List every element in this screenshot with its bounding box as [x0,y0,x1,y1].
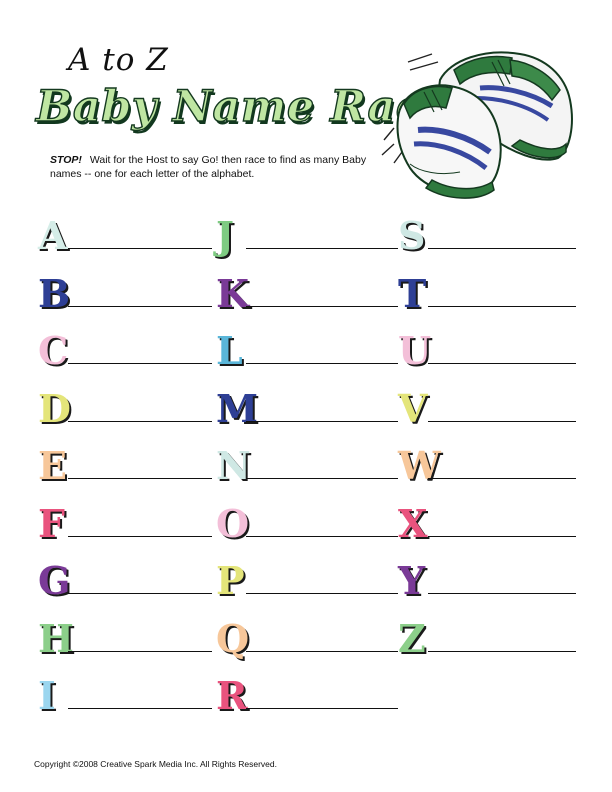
answer-line[interactable] [68,593,212,594]
letter-entry-q: Q [216,615,398,665]
letter-x: X [398,500,428,546]
letter-entry-d: D [38,385,212,435]
instructions: STOP! Wait for the Host to say Go! then … [50,153,390,181]
letter-entry-u: U [398,327,576,377]
answer-line[interactable] [68,478,212,479]
letter-o: O [216,500,250,546]
letter-entry-n: N [216,442,398,492]
answer-line[interactable] [246,305,398,307]
answer-line[interactable] [428,650,576,652]
answer-line[interactable] [246,593,398,594]
letter-r: R [216,673,248,718]
letter-n: N [216,443,251,488]
answer-line[interactable] [68,363,212,364]
answer-line[interactable] [428,420,576,422]
letter-d: D [38,385,71,431]
letter-entry-p: P [216,557,398,607]
letter-entry-b: B [38,270,212,320]
answer-line[interactable] [246,650,398,652]
letter-entry-x: X [398,500,576,550]
answer-line[interactable] [246,535,398,537]
letter-f: F [38,500,65,546]
letter-u: U [398,328,432,373]
letter-entry-m: M [216,385,398,435]
instructions-body: Wait for the Host to say Go! then race t… [50,154,367,180]
answer-line[interactable] [68,535,212,537]
letter-entry-k: K [216,270,398,320]
letter-k: K [216,270,250,316]
answer-line[interactable] [68,305,212,307]
answer-line[interactable] [246,478,398,479]
answer-line[interactable] [428,478,576,479]
letter-entry-r: R [216,672,398,722]
instructions-lead: STOP! [50,154,82,166]
letter-i: I [38,673,56,718]
answer-line[interactable] [68,248,212,249]
subtitle: A to Z [68,42,169,78]
answer-line[interactable] [428,535,576,537]
letter-a: A [38,213,68,258]
answer-line[interactable] [246,248,398,249]
letter-h: H [38,615,74,661]
letter-entry-v: V [398,385,576,435]
letter-entry-j: J [216,212,398,262]
letter-entry-s: S [398,212,576,262]
letter-p: P [216,558,245,603]
letter-m: M [216,385,259,431]
letter-v: V [398,385,428,431]
letter-entry-a: A [38,212,212,262]
letter-s: S [398,213,426,258]
copyright: Copyright ©2008 Creative Spark Media Inc… [34,759,277,769]
answer-line[interactable] [428,363,576,364]
answer-line[interactable] [246,420,398,422]
letter-c: C [38,328,69,373]
answer-line[interactable] [246,708,398,709]
answer-line[interactable] [68,708,212,709]
baby-sneakers-illustration [381,51,573,199]
letter-entry-l: L [216,327,398,377]
letter-b: B [38,270,71,316]
letter-entry-h: H [38,615,212,665]
letter-w: W [398,443,441,488]
letter-entry-y: Y [398,557,576,607]
letter-l: L [216,328,243,373]
letter-y: Y [398,558,426,603]
letter-e: E [38,443,67,488]
letter-entry-i: I [38,672,212,722]
letter-q: Q [216,615,250,661]
letter-entry-e: E [38,442,212,492]
answer-line[interactable] [68,420,212,422]
answer-line[interactable] [68,650,212,652]
answer-line[interactable] [428,248,576,249]
letter-entry-z: Z [398,615,576,665]
letter-entry-f: F [38,500,212,550]
letter-entry-g: G [38,557,212,607]
letter-z: Z [398,615,426,661]
letter-entry-o: O [216,500,398,550]
answer-line[interactable] [428,593,576,594]
letter-entry-c: C [38,327,212,377]
letter-entry-t: T [398,270,576,320]
letter-j: J [216,213,234,258]
answer-line[interactable] [428,305,576,307]
answer-line[interactable] [246,363,398,364]
letter-entry-w: W [398,442,576,492]
letter-g: G [38,558,71,603]
letter-t: T [398,270,427,316]
